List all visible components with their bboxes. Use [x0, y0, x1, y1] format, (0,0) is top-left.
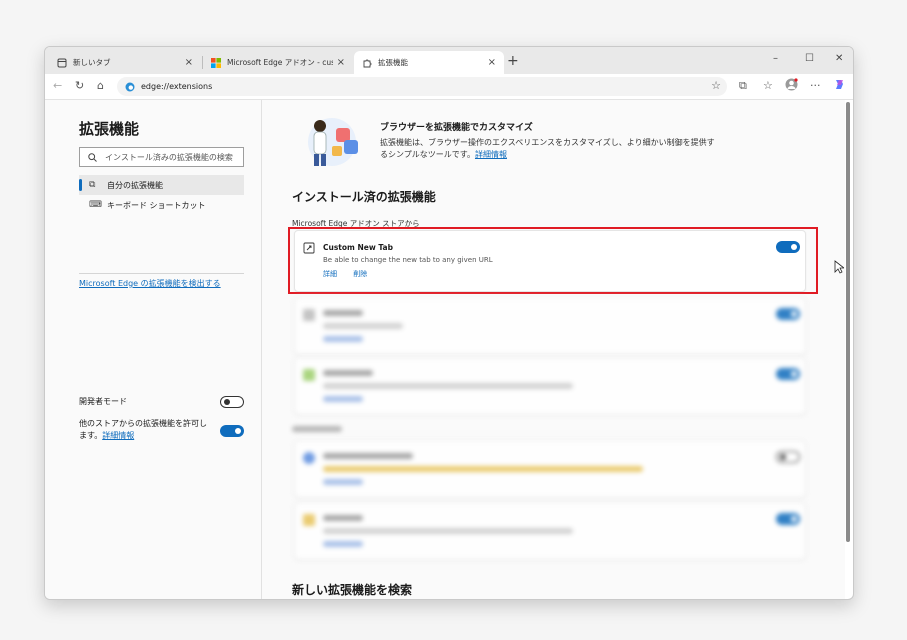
puzzle-icon: ⧉ — [89, 180, 96, 190]
blurred-toggle — [776, 451, 800, 463]
address-bar[interactable]: edge://extensions ☆ — [117, 77, 727, 96]
puzzle-icon — [363, 59, 372, 67]
blurred-text — [323, 396, 363, 402]
hero-desc-text: 拡張機能は、ブラウザー操作のエクスペリエンスをカスタマイズし、より細かい制御を提… — [380, 138, 715, 159]
dev-mode-label: 開発者モード — [79, 397, 127, 406]
search-box[interactable] — [79, 147, 244, 167]
mouse-cursor-icon — [834, 260, 844, 274]
extension-card-blurred — [294, 357, 806, 415]
tab-title: 新しいタブ — [73, 58, 111, 67]
extension-card-blurred — [294, 502, 806, 560]
blurred-text — [323, 336, 363, 342]
blurred-text — [323, 541, 363, 547]
blurred-text — [323, 466, 643, 472]
close-window-button[interactable]: ✕ — [835, 53, 843, 64]
nav-label: キーボード ショートカット — [107, 200, 206, 210]
microsoft-logo-icon — [211, 57, 221, 68]
blurred-text — [323, 528, 573, 534]
blurred-text — [323, 383, 573, 389]
blurred-text — [323, 310, 363, 316]
tab-edge-addons[interactable]: Microsoft Edge アドオン - custom ne × — [203, 51, 353, 74]
sidebar: 拡張機能 ⧉ 自分の拡張機能 ⌨ キーボード ショートカット Microsoft… — [45, 100, 262, 599]
search-input[interactable] — [103, 151, 237, 163]
dev-mode-toggle[interactable] — [220, 396, 244, 408]
address-text: edge://extensions — [141, 82, 213, 91]
allow-other-stores-label: 他のストアからの拡張機能を許可します。 — [79, 419, 207, 440]
installed-extensions-title: インストール済の拡張機能 — [292, 190, 436, 204]
favorite-star-icon[interactable]: ☆ — [711, 79, 721, 92]
edge-logo-icon — [125, 82, 135, 91]
nav-my-extensions[interactable]: ⧉ 自分の拡張機能 — [79, 175, 244, 195]
page-title: 拡張機能 — [79, 120, 140, 138]
browser-window: 新しいタブ × Microsoft Edge アドオン - custom ne … — [44, 46, 854, 600]
refresh-icon[interactable]: ↻ — [75, 79, 84, 92]
more-options-icon[interactable]: ··· — [810, 79, 821, 92]
blurred-toggle — [776, 308, 800, 320]
blurred-text — [323, 370, 373, 376]
scrollbar[interactable] — [846, 102, 850, 542]
blurred-text — [323, 323, 403, 329]
learn-more-link[interactable]: 詳細情報 — [102, 431, 134, 440]
home-icon[interactable]: ⌂ — [97, 79, 104, 92]
keyboard-icon: ⌨ — [89, 200, 102, 210]
tab-title: 拡張機能 — [378, 58, 408, 67]
close-tab-icon[interactable]: × — [185, 57, 193, 68]
nav-keyboard-shortcuts[interactable]: ⌨ キーボード ショートカット — [79, 195, 244, 215]
tab-new-tab[interactable]: 新しいタブ × — [49, 51, 201, 74]
minimize-button[interactable]: – — [773, 53, 778, 64]
new-tab-button[interactable]: + — [507, 53, 519, 69]
find-new-extensions-title: 新しい拡張機能を検索 — [292, 583, 413, 597]
discover-extensions-link[interactable]: Microsoft Edge の拡張機能を検出する — [79, 278, 221, 289]
search-icon — [88, 152, 97, 162]
allow-other-stores-toggle[interactable] — [220, 425, 244, 437]
tab-title: Microsoft Edge アドオン - custom ne — [227, 58, 333, 67]
hero-description: 拡張機能は、ブラウザー操作のエクスペリエンスをカスタマイズし、より細かい制御を提… — [380, 137, 720, 161]
blurred-extension-icon — [303, 514, 315, 526]
blurred-text — [323, 515, 363, 521]
highlight-box — [288, 227, 818, 294]
extension-card-blurred — [294, 297, 806, 355]
blurred-text — [323, 479, 363, 485]
allow-other-stores-text: 他のストアからの拡張機能を許可します。詳細情報 — [79, 418, 214, 442]
nav-label: 自分の拡張機能 — [107, 180, 163, 190]
close-tab-icon[interactable]: × — [488, 57, 496, 68]
close-tab-icon[interactable]: × — [337, 57, 345, 68]
divider — [79, 273, 244, 274]
new-tab-page-icon — [57, 58, 67, 67]
tab-extensions[interactable]: 拡張機能 × — [354, 51, 504, 74]
blurred-text — [323, 453, 413, 459]
hero-illustration — [308, 118, 358, 166]
extension-card-blurred — [294, 440, 806, 498]
copilot-icon[interactable] — [833, 78, 846, 94]
favorites-icon[interactable]: ☆ — [763, 79, 773, 92]
maximize-button[interactable]: ☐ — [805, 53, 814, 64]
extensions-icon[interactable]: ⧉ — [739, 79, 747, 93]
blurred-section-label — [292, 426, 342, 432]
blurred-extension-icon — [303, 452, 315, 464]
blurred-extension-icon — [303, 309, 315, 321]
blurred-toggle — [776, 513, 800, 525]
blurred-toggle — [776, 368, 800, 380]
hero-title: ブラウザーを拡張機能でカスタマイズ — [380, 123, 533, 133]
tab-strip: 新しいタブ × Microsoft Edge アドオン - custom ne … — [45, 47, 853, 74]
back-icon[interactable]: ← — [53, 79, 62, 92]
hero-learn-more-link[interactable]: 詳細情報 — [475, 150, 507, 159]
profile-avatar-icon[interactable] — [785, 78, 798, 94]
blurred-extension-icon — [303, 369, 315, 381]
toolbar: ← ↻ ⌂ edge://extensions ☆ ⧉ ☆ ··· — [45, 74, 853, 100]
main-content: ブラウザーを拡張機能でカスタマイズ 拡張機能は、ブラウザー操作のエクスペリエンス… — [262, 100, 845, 599]
